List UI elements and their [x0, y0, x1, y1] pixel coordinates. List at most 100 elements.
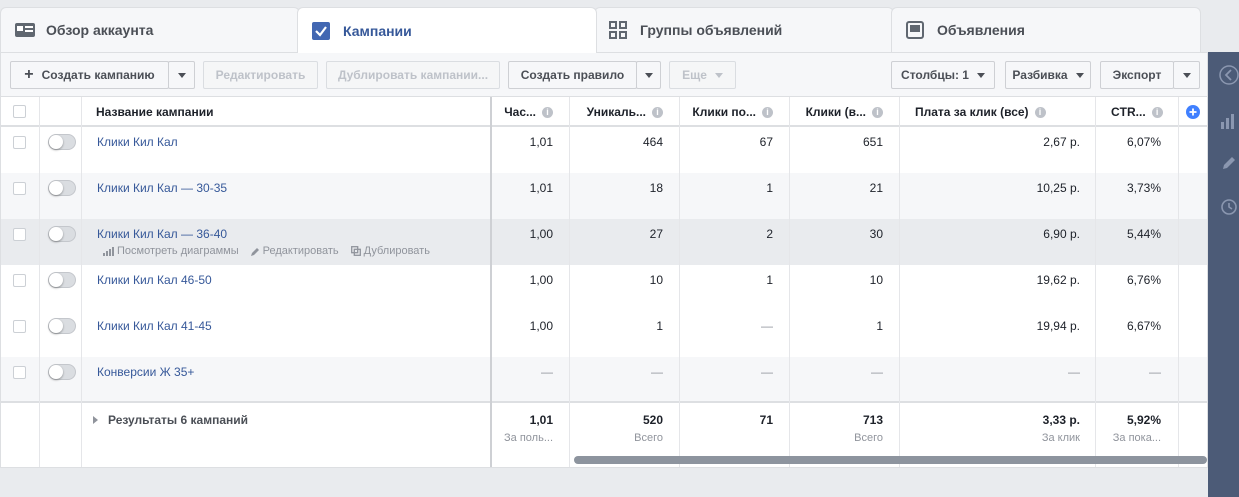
collapse-icon[interactable]	[1214, 60, 1239, 90]
row-checkbox[interactable]	[13, 136, 26, 149]
account-overview-icon	[15, 21, 35, 39]
link-clicks-cell: —	[761, 319, 773, 333]
row-checkbox[interactable]	[13, 228, 26, 241]
summary-clicks-all: 713	[862, 413, 883, 427]
summary-label-text: Результаты 6 кампаний	[108, 413, 249, 427]
unique-cell: 10	[649, 273, 663, 287]
row-checkbox[interactable]	[13, 320, 26, 333]
add-column-icon[interactable]	[1186, 97, 1200, 127]
breakdown-button[interactable]: Разбивка	[1005, 61, 1091, 89]
summary-link-clicks: 71	[759, 413, 773, 427]
column-divider	[39, 97, 40, 467]
campaign-toggle[interactable]	[48, 180, 76, 196]
campaign-name-link[interactable]: Клики Кил Кал — 36-40	[97, 227, 227, 241]
campaign-toggle[interactable]	[48, 364, 76, 380]
ctr-cell: 6,76%	[1126, 273, 1161, 287]
column-divider	[679, 97, 680, 467]
tab-bar: Обзор аккаунта Кампании Группы объявлени…	[0, 0, 1239, 53]
create-rule-dropdown[interactable]	[636, 61, 661, 89]
campaign-toggle[interactable]	[48, 134, 76, 150]
ctr-cell: 6,07%	[1126, 135, 1161, 149]
tab-campaigns[interactable]: Кампании	[297, 7, 597, 53]
create-campaign-button[interactable]: + Создать кампанию	[10, 61, 169, 89]
row-checkbox[interactable]	[13, 366, 26, 379]
link-clicks-cell: 1	[766, 181, 773, 195]
row-checkbox[interactable]	[13, 274, 26, 287]
view-charts-link[interactable]: Посмотреть диаграммы	[103, 245, 239, 257]
create-rule-button[interactable]: Создать правило	[508, 61, 637, 89]
history-icon[interactable]	[1214, 192, 1239, 222]
duplicate-label: Дублировать кампании...	[337, 68, 489, 82]
chevron-down-icon	[644, 72, 653, 78]
frequency-cell: —	[541, 365, 553, 379]
edit-label: Редактировать	[215, 68, 306, 82]
info-icon[interactable]: i	[872, 106, 883, 118]
cpc-cell: —	[1068, 365, 1080, 379]
clicks-all-cell: —	[871, 365, 883, 379]
chevron-down-icon	[177, 72, 186, 78]
ad-icon	[906, 21, 926, 39]
columns-button[interactable]: Столбцы: 1	[891, 61, 995, 89]
clicks-all-cell: 1	[876, 319, 883, 333]
column-header-link-clicks[interactable]: Клики по... i	[681, 97, 773, 127]
info-icon[interactable]: i	[1151, 106, 1163, 118]
create-campaign-dropdown[interactable]	[168, 61, 195, 89]
unique-cell: —	[651, 365, 663, 379]
info-icon[interactable]: i	[1034, 106, 1046, 118]
tab-ads[interactable]: Объявления	[891, 7, 1201, 52]
ctr-cell: 3,73%	[1126, 181, 1161, 195]
table-row[interactable]: Клики Кил Кал — 30-35 1,01 18 1 21 10,25…	[1, 173, 1207, 219]
table-row[interactable]: Клики Кил Кал 46-50 1,00 10 1 10 19,62 р…	[1, 265, 1207, 311]
table-row[interactable]: Клики Кил Кал 1,01 464 67 651 2,67 р. 6,…	[1, 127, 1207, 173]
info-icon[interactable]: i	[762, 106, 773, 118]
export-button[interactable]: Экспорт	[1100, 61, 1174, 89]
edit-icon[interactable]	[1214, 148, 1239, 178]
breakdown-label: Разбивка	[1012, 68, 1068, 82]
info-icon[interactable]: i	[542, 106, 553, 118]
chart-icon[interactable]	[1214, 106, 1239, 136]
campaign-name-link[interactable]: Клики Кил Кал — 30-35	[97, 181, 227, 195]
ctr-cell: 5,44%	[1126, 227, 1161, 241]
row-edit-link[interactable]: Редактировать	[250, 245, 339, 257]
campaign-name-link[interactable]: Конверсии Ж 35+	[97, 365, 194, 379]
tab-ad-sets[interactable]: Группы объявлений	[594, 7, 894, 52]
campaign-name-link[interactable]: Клики Кил Кал	[97, 135, 178, 149]
more-button[interactable]: Еще	[669, 61, 736, 89]
export-dropdown[interactable]	[1173, 61, 1200, 89]
row-duplicate-link[interactable]: Дублировать	[350, 245, 430, 257]
campaign-toggle[interactable]	[48, 272, 76, 288]
ctr-cell: 6,67%	[1126, 319, 1161, 333]
tab-account-overview[interactable]: Обзор аккаунта	[0, 7, 300, 52]
summary-label[interactable]: Результаты 6 кампаний	[93, 413, 248, 427]
column-header-cpc[interactable]: Плата за клик (все) i	[915, 97, 1046, 127]
table-row[interactable]: Клики Кил Кал 41-45 1,00 1 — 1 19,94 р. …	[1, 311, 1207, 357]
table-row[interactable]: Клики Кил Кал — 36-40 Посмотреть диаграм…	[1, 219, 1207, 265]
column-header-frequency[interactable]: Час... i	[493, 97, 553, 127]
campaign-toggle[interactable]	[48, 318, 76, 334]
horizontal-scrollbar[interactable]	[574, 455, 1207, 465]
campaign-toggle[interactable]	[48, 226, 76, 242]
campaign-name-link[interactable]: Клики Кил Кал 46-50	[97, 273, 212, 287]
column-header-clicks-all[interactable]: Клики (в... i	[791, 97, 883, 127]
summary-ctr-sub: За пока...	[1112, 432, 1161, 444]
column-divider	[789, 97, 790, 467]
row-checkbox[interactable]	[13, 182, 26, 195]
link-clicks-cell: —	[761, 365, 773, 379]
campaign-name-link[interactable]: Клики Кил Кал 41-45	[97, 319, 212, 333]
column-header-name[interactable]: Название кампании	[96, 97, 213, 127]
table-row[interactable]: Конверсии Ж 35+ — — — — — —	[1, 357, 1207, 403]
create-campaign-label: Создать кампанию	[41, 68, 155, 82]
chevron-down-icon	[1075, 72, 1084, 78]
summary-cpc: 3,33 р.	[1042, 413, 1080, 427]
frequency-cell: 1,01	[529, 135, 553, 149]
right-sidebar	[1208, 52, 1239, 497]
duplicate-button[interactable]: Дублировать кампании...	[326, 61, 500, 89]
info-icon[interactable]: i	[652, 106, 663, 118]
chevron-down-icon	[976, 72, 985, 78]
summary-ctr: 5,92%	[1126, 413, 1161, 427]
select-all-checkbox[interactable]	[13, 105, 26, 118]
edit-button[interactable]: Редактировать	[203, 61, 318, 89]
column-header-unique[interactable]: Уникаль... i	[571, 97, 663, 127]
scrollbar-thumb[interactable]	[574, 456, 1207, 464]
column-header-ctr[interactable]: CTR... i	[1111, 97, 1163, 127]
